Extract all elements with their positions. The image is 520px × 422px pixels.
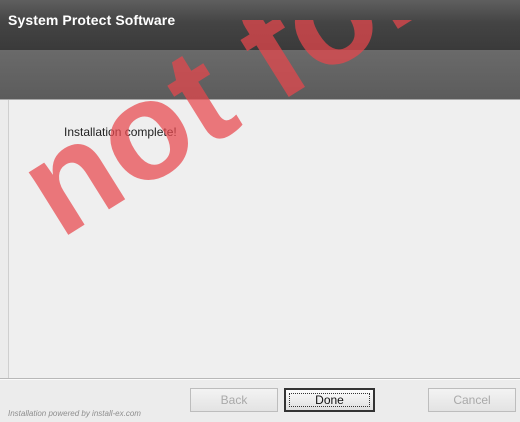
installer-window: System Protect Software Installation com… xyxy=(0,0,520,422)
cancel-button[interactable]: Cancel xyxy=(428,388,516,412)
title-bar: System Protect Software xyxy=(0,0,520,51)
footer-separator xyxy=(0,378,520,380)
header-band xyxy=(0,50,520,100)
completion-message: Installation complete! xyxy=(64,125,177,139)
window-title: System Protect Software xyxy=(8,12,176,28)
footer-credit: Installation powered by install-ex.com xyxy=(8,409,141,418)
focus-ring xyxy=(289,393,370,407)
done-button[interactable]: Done xyxy=(284,388,375,412)
back-button[interactable]: Back xyxy=(190,388,278,412)
content-panel: Installation complete! xyxy=(8,100,520,378)
